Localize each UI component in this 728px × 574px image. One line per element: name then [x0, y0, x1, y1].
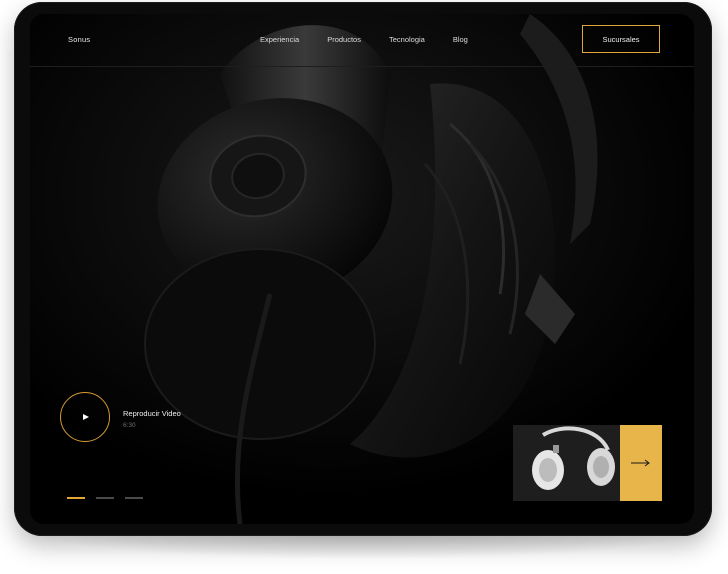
next-product-thumbnail[interactable] [513, 425, 621, 501]
nav-link-tecnologia[interactable]: Tecnologia [389, 35, 425, 44]
slide-indicator-2[interactable] [96, 497, 114, 499]
next-slide-button[interactable] [620, 425, 662, 501]
slide-indicator-3[interactable] [125, 497, 143, 499]
slide-indicator-1[interactable] [67, 497, 85, 499]
tablet-frame: Sonus Experiencia Productos Tecnologia B… [14, 2, 712, 536]
screen: Sonus Experiencia Productos Tecnologia B… [30, 14, 694, 524]
brand-logo[interactable]: Sonus [68, 35, 90, 44]
nav-links: Experiencia Productos Tecnologia Blog [260, 35, 496, 44]
play-icon [83, 414, 89, 420]
sucursales-button[interactable]: Sucursales [582, 25, 660, 53]
video-duration: 6:30 [123, 422, 136, 429]
play-video-button[interactable] [60, 392, 110, 442]
nav-link-productos[interactable]: Productos [327, 35, 361, 44]
slider-indicators [67, 497, 154, 499]
white-headphones-image [513, 425, 621, 501]
arrow-right-icon [631, 459, 650, 467]
nav-link-experiencia[interactable]: Experiencia [260, 35, 299, 44]
video-label: Reproducir Video [123, 409, 181, 418]
nav-link-blog[interactable]: Blog [453, 35, 468, 44]
top-nav: Sonus Experiencia Productos Tecnologia B… [30, 14, 694, 67]
